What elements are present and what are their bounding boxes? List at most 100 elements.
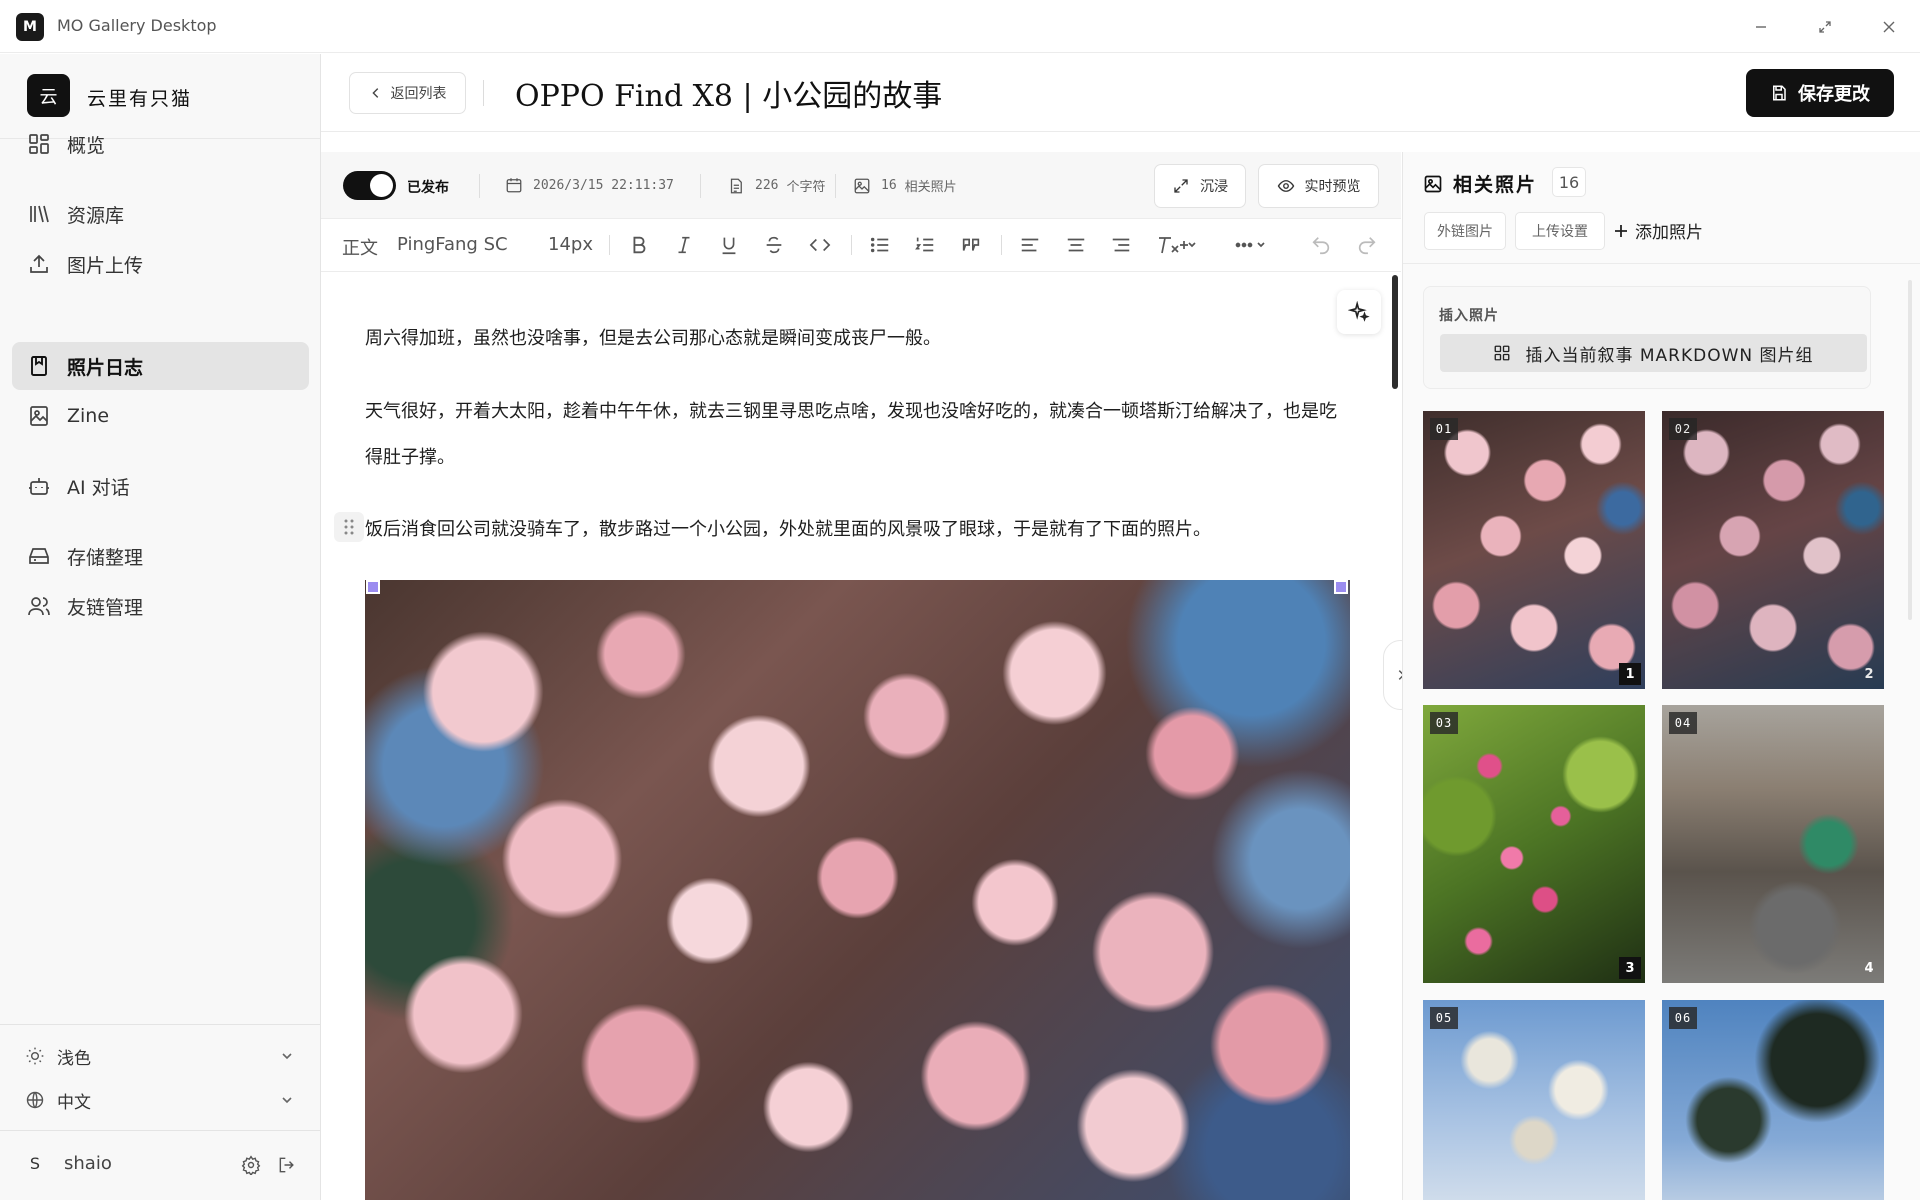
language-select[interactable]: 中文 bbox=[25, 1085, 295, 1115]
divider bbox=[1001, 235, 1002, 255]
ordered-list-icon[interactable] bbox=[914, 234, 936, 256]
save-button[interactable]: 保存更改 bbox=[1746, 69, 1894, 117]
undo-icon[interactable] bbox=[1310, 234, 1332, 256]
live-preview-button[interactable]: 实时预览 bbox=[1258, 164, 1379, 208]
sidebar-item-friend-links[interactable]: 友链管理 bbox=[12, 582, 309, 630]
photo-thumbnail[interactable]: 01 1 bbox=[1423, 411, 1645, 689]
sidebar-item-zine[interactable]: Zine bbox=[12, 392, 309, 440]
divider bbox=[851, 235, 852, 255]
sidebar-item-label: 资源库 bbox=[67, 204, 125, 227]
strikethrough-icon[interactable] bbox=[763, 234, 785, 256]
blossom-photo[interactable] bbox=[365, 580, 1350, 1200]
page-title[interactable]: OPPO Find X8 | 小公园的故事 bbox=[515, 71, 942, 115]
add-photo-button[interactable]: 添加照片 bbox=[1613, 218, 1703, 243]
insert-markdown-group-button[interactable]: 插入当前叙事 MARKDOWN 图片组 bbox=[1440, 334, 1867, 372]
photo-thumbnail[interactable]: 04 4 bbox=[1662, 705, 1884, 983]
maximize-button[interactable] bbox=[1810, 12, 1840, 42]
sidebar-item-ai-chat[interactable]: AI 对话 bbox=[12, 462, 309, 510]
bold-icon[interactable] bbox=[628, 234, 650, 256]
photo-count-unit: 相关照片 bbox=[904, 180, 957, 195]
dashboard-icon bbox=[29, 134, 49, 154]
resize-handle[interactable] bbox=[1334, 580, 1348, 594]
settings-button[interactable] bbox=[241, 1154, 263, 1176]
minimize-button[interactable] bbox=[1746, 12, 1776, 42]
font-size-select[interactable]: 14px bbox=[548, 234, 593, 255]
image-icon bbox=[854, 178, 870, 193]
sidebar-item-overview[interactable]: 概览 bbox=[12, 120, 309, 168]
word-count-unit: 个字符 bbox=[786, 180, 826, 195]
photo-thumbnail[interactable]: 06 bbox=[1662, 1000, 1884, 1200]
insert-photos-title: 插入照片 bbox=[1439, 308, 1499, 324]
sidebar-item-label: 友链管理 bbox=[67, 596, 144, 619]
divider bbox=[479, 174, 480, 198]
close-button[interactable] bbox=[1874, 12, 1904, 42]
language-label: 中文 bbox=[57, 1092, 91, 1113]
sidebar-item-label: 存储整理 bbox=[67, 546, 144, 569]
photo-order-index: 4 bbox=[1864, 960, 1874, 976]
divider bbox=[0, 1130, 320, 1131]
editor-paragraph[interactable]: 天气很好，开着大太阳，趁着中午午休，就去三钢里寻思吃点啥，发现也没啥好吃的，就凑… bbox=[365, 389, 1340, 481]
ai-assist-button[interactable] bbox=[1337, 290, 1381, 334]
redo-icon[interactable] bbox=[1356, 234, 1378, 256]
photo-thumbnail[interactable]: 05 bbox=[1423, 1000, 1645, 1200]
sidebar-item-upload[interactable]: 图片上传 bbox=[12, 240, 309, 288]
paragraph-style-select[interactable]: 正文 bbox=[342, 234, 378, 260]
divider bbox=[700, 174, 701, 198]
preview-label: 实时预览 bbox=[1304, 179, 1361, 195]
align-left-icon[interactable] bbox=[1019, 234, 1041, 256]
logout-button[interactable] bbox=[277, 1154, 299, 1176]
align-center-icon[interactable] bbox=[1065, 234, 1087, 256]
photo-number-badge: 02 bbox=[1669, 418, 1697, 440]
divider bbox=[609, 235, 610, 255]
bullet-list-icon[interactable] bbox=[869, 234, 891, 256]
sidebar-item-label: 图片上传 bbox=[67, 254, 144, 277]
word-count-value: 226 bbox=[755, 178, 779, 193]
upload-icon bbox=[30, 254, 48, 273]
resize-handle[interactable] bbox=[366, 580, 380, 594]
photo-number-badge: 03 bbox=[1430, 712, 1458, 734]
save-icon bbox=[1773, 85, 1786, 101]
photo-count-value: 16 bbox=[881, 178, 897, 193]
divider bbox=[0, 1024, 320, 1025]
avatar: S bbox=[29, 1153, 41, 1173]
panel-title: 相关照片 bbox=[1423, 170, 1537, 197]
sun-icon bbox=[26, 1047, 44, 1065]
immersive-button[interactable]: 沉浸 bbox=[1154, 164, 1246, 208]
photo-number-badge: 06 bbox=[1669, 1007, 1697, 1029]
sidebar-item-label: Zine bbox=[67, 405, 110, 427]
photo-order-index: 2 bbox=[1864, 666, 1874, 682]
publish-status-label: 已发布 bbox=[407, 180, 449, 196]
photo-thumbnail[interactable]: 03 3 bbox=[1423, 705, 1645, 983]
sidebar-item-storage[interactable]: 存储整理 bbox=[12, 532, 309, 580]
underline-icon[interactable] bbox=[718, 234, 740, 256]
theme-select[interactable]: 浅色 bbox=[25, 1041, 295, 1071]
tab-external-images[interactable]: 外链图片 bbox=[1424, 212, 1506, 250]
drag-handle[interactable] bbox=[334, 512, 364, 542]
back-to-list-button[interactable]: 返回列表 bbox=[349, 72, 466, 114]
back-label: 返回列表 bbox=[390, 86, 447, 102]
related-photo-count: 16 相关照片 bbox=[853, 176, 957, 195]
panel-scrollbar[interactable] bbox=[1908, 280, 1912, 620]
code-icon[interactable] bbox=[809, 234, 831, 256]
font-family-select[interactable]: PingFang SC bbox=[397, 234, 508, 255]
publish-toggle[interactable] bbox=[343, 171, 396, 200]
sidebar: 云 云里有只猫 概览 资源库 图片上传 照片日志 Zine AI 对话 存储整理… bbox=[0, 54, 321, 1200]
brand-name: 云里有只猫 bbox=[87, 88, 193, 110]
chevron-down-icon bbox=[282, 1053, 292, 1060]
italic-icon[interactable] bbox=[673, 234, 695, 256]
expand-icon bbox=[1174, 179, 1188, 193]
logout-icon bbox=[279, 1157, 294, 1173]
editor-paragraph[interactable]: 周六得加班，虽然也没啥事，但是去公司那心态就是瞬间变成丧尸一般。 bbox=[365, 316, 1340, 362]
photo-thumbnail[interactable]: 02 2 bbox=[1662, 411, 1884, 689]
more-options-icon[interactable] bbox=[1234, 234, 1268, 256]
align-right-icon[interactable] bbox=[1110, 234, 1132, 256]
clear-format-icon[interactable] bbox=[1157, 234, 1197, 256]
editor-scrollbar[interactable] bbox=[1392, 275, 1398, 389]
sidebar-item-library[interactable]: 资源库 bbox=[12, 190, 309, 238]
editor-paragraph[interactable]: 饭后消食回公司就没骑车了，散步路过一个小公园，外处就里面的风景吸了眼球，于是就有… bbox=[365, 507, 1340, 553]
tab-upload-settings[interactable]: 上传设置 bbox=[1515, 212, 1605, 250]
toggle-knob bbox=[370, 174, 393, 197]
quote-icon[interactable] bbox=[960, 234, 982, 256]
sidebar-item-journal[interactable]: 照片日志 bbox=[12, 342, 309, 390]
sidebar-item-label: 照片日志 bbox=[67, 356, 144, 379]
